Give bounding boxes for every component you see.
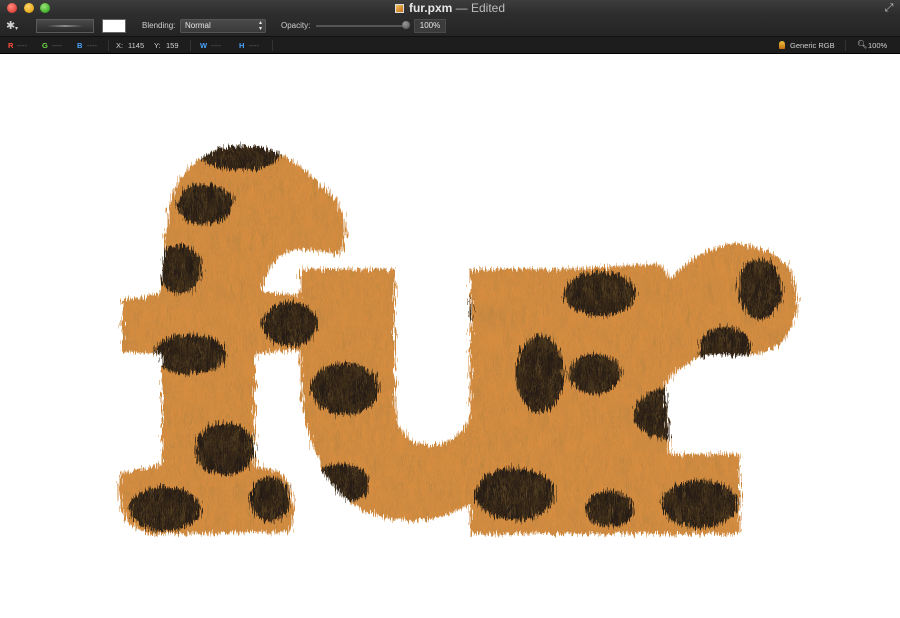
tool-options-bar: ✱ ▾ Blending: Normal ▴ ▾ Opacity: 100% [0, 16, 900, 36]
opacity-label: Opacity: [281, 21, 311, 30]
title-file-name: fur.pxm [408, 1, 453, 15]
opacity-slider-knob[interactable] [402, 21, 410, 29]
zoom-level[interactable]: 100% [868, 41, 887, 50]
green-label: G [42, 41, 48, 50]
opacity-slider[interactable] [316, 25, 408, 27]
color-profile-icon [779, 41, 785, 49]
x-label: X: [116, 41, 124, 50]
title-status: Edited [471, 1, 506, 15]
color-swatch[interactable] [102, 19, 126, 33]
gear-icon[interactable]: ✱ ▾ [6, 19, 20, 33]
height-value: ---- [249, 41, 259, 50]
info-bar: R ---- G ---- B ---- X: 1145 Y: 159 W --… [0, 36, 900, 54]
green-value: ---- [52, 41, 62, 50]
window-title: fur.pxm — Edited [0, 1, 900, 15]
brush-preview[interactable] [36, 19, 94, 33]
blue-value: ---- [87, 41, 97, 50]
fur-text-artwork [118, 145, 798, 535]
image-canvas[interactable] [0, 54, 900, 618]
x-value: 1145 [128, 41, 145, 50]
y-value: 159 [166, 41, 179, 50]
width-value: ---- [211, 41, 221, 50]
divider [108, 40, 109, 51]
height-label: H [239, 41, 245, 50]
color-profile[interactable]: Generic RGB [790, 41, 835, 50]
divider [845, 40, 846, 51]
y-label: Y: [154, 41, 161, 50]
blue-label: B [77, 41, 83, 50]
divider [190, 40, 191, 51]
pixelmator-window: fur.pxm — Edited ⤢ ✱ ▾ Blending: Normal ▴… [0, 0, 900, 618]
title-separator: — [455, 1, 468, 15]
opacity-field[interactable]: 100% [414, 19, 446, 33]
blending-label: Blending: [142, 21, 176, 30]
red-value: ---- [17, 41, 27, 50]
width-label: W [200, 41, 208, 50]
title-bar[interactable]: fur.pxm — Edited ⤢ [0, 0, 900, 16]
red-label: R [8, 41, 14, 50]
blending-select[interactable]: Normal ▴ ▾ [180, 19, 266, 33]
fullscreen-icon[interactable]: ⤢ [883, 2, 895, 14]
chevron-up-down-icon: ▴ ▾ [258, 20, 262, 32]
divider [272, 40, 273, 51]
document-icon [394, 4, 404, 13]
blending-value: Normal [185, 21, 211, 30]
magnifier-icon: 🔍︎ [857, 40, 868, 49]
